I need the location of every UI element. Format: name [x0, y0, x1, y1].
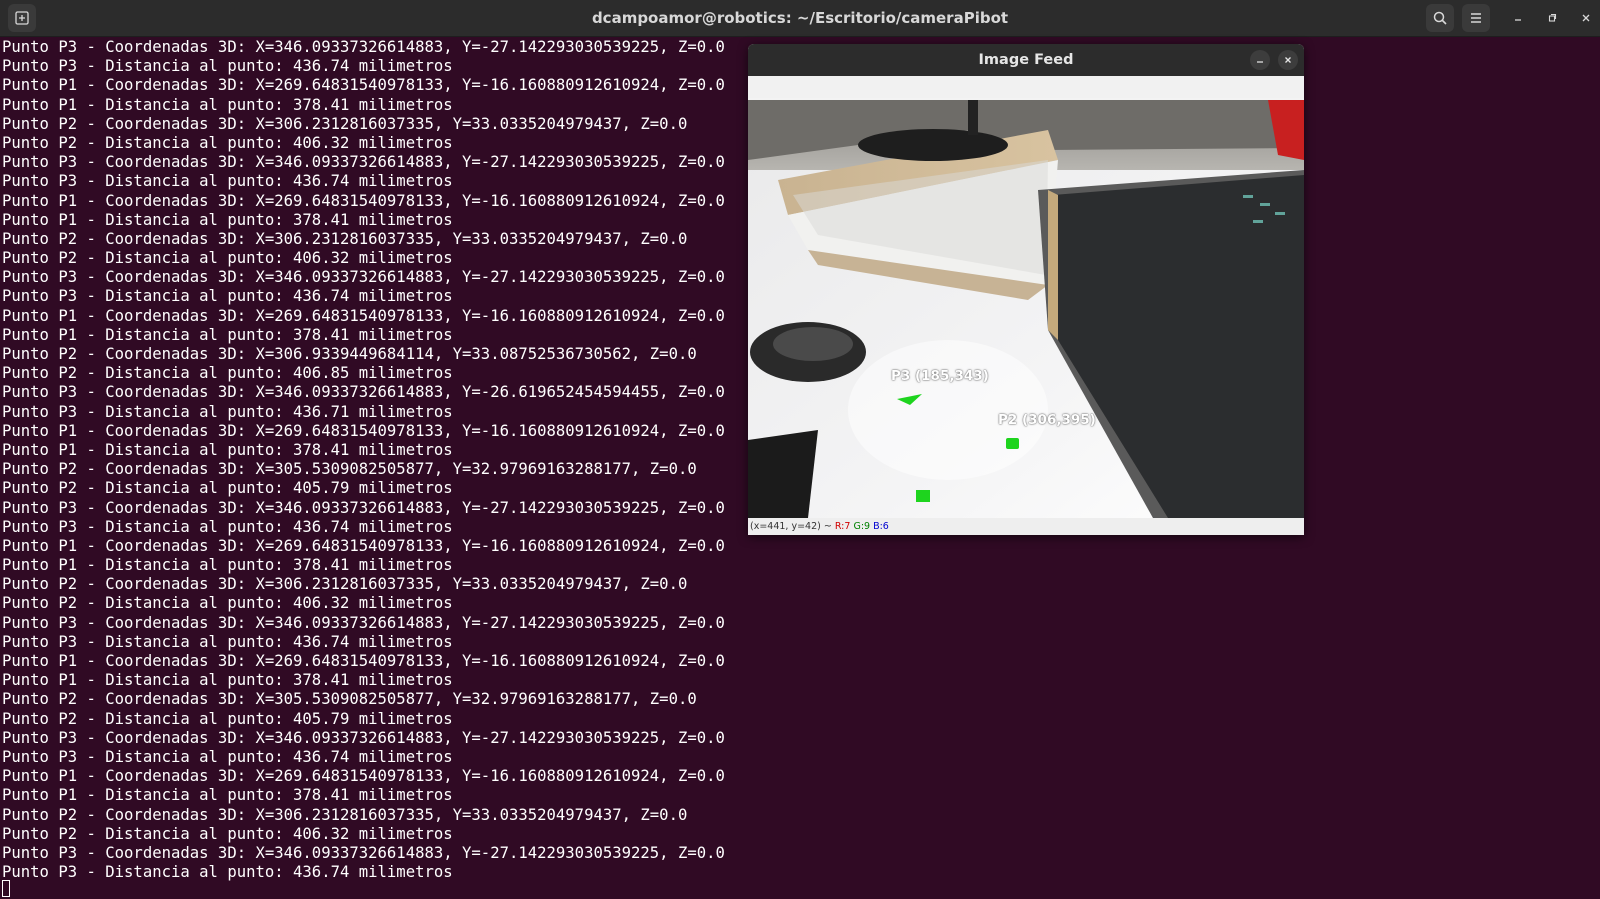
terminal-line: Punto P3 - Distancia al punto: 436.74 mi… — [2, 57, 453, 76]
terminal-line: Punto P3 - Coordenadas 3D: X=346.0933732… — [2, 38, 725, 56]
terminal-line: Punto P2 - Distancia al punto: 406.32 mi… — [2, 594, 453, 613]
terminal-line: Punto P1 - Distancia al punto: 378.41 mi… — [2, 556, 453, 575]
image-feed-toolbar — [748, 76, 1304, 98]
status-r: R:7 — [834, 521, 851, 532]
menu-icon — [1471, 13, 1481, 23]
terminal-line: Punto P3 - Coordenadas 3D: X=346.0933732… — [2, 843, 725, 862]
image-feed-title: Image Feed — [978, 52, 1074, 68]
menu-button[interactable] — [1462, 4, 1490, 32]
new-tab-button[interactable] — [8, 4, 36, 32]
terminal-line: Punto P1 - Distancia al punto: 378.41 mi… — [2, 95, 453, 114]
close-button[interactable] — [1572, 4, 1600, 32]
terminal-line: Punto P3 - Distancia al punto: 436.71 mi… — [2, 402, 453, 421]
p2-label: P2 (306,395) — [998, 412, 1096, 428]
terminal-line: Punto P3 - Coordenadas 3D: X=346.0933732… — [2, 613, 725, 632]
terminal-line: Punto P3 - Distancia al punto: 436.74 mi… — [2, 517, 453, 536]
terminal-output: Punto P3 - Coordenadas 3D: X=346.0933732… — [2, 38, 725, 882]
terminal-line: Punto P1 - Distancia al punto: 378.41 mi… — [2, 671, 453, 690]
terminal-line: Punto P1 - Coordenadas 3D: X=269.6483154… — [2, 536, 725, 555]
status-coords: (x=441, y=42) ~ — [750, 521, 832, 532]
point-markers — [897, 394, 1019, 502]
terminal-line: Punto P1 - Distancia al punto: 378.41 mi… — [2, 325, 453, 344]
image-feed-titlebar: Image Feed — [748, 44, 1304, 76]
terminal-line: Punto P2 - Coordenadas 3D: X=306.2312816… — [2, 114, 688, 133]
terminal-line: Punto P3 - Coordenadas 3D: X=346.0933732… — [2, 153, 725, 172]
terminal-line: Punto P2 - Distancia al punto: 405.79 mi… — [2, 479, 453, 498]
image-feed-close-button[interactable] — [1278, 50, 1298, 70]
status-g: G:9 — [853, 521, 871, 532]
camera-image[interactable]: P3 (185,343) P2 (306,395) — [748, 100, 1304, 518]
terminal-line: Punto P1 - Coordenadas 3D: X=269.6483154… — [2, 76, 725, 95]
close-icon — [1582, 14, 1590, 22]
terminal-line: Punto P2 - Coordenadas 3D: X=305.5309082… — [2, 460, 697, 479]
p2-marker — [1006, 438, 1019, 449]
terminal-line: Punto P3 - Distancia al punto: 436.74 mi… — [2, 287, 453, 306]
terminal-line: Punto P2 - Coordenadas 3D: X=306.9339449… — [2, 345, 697, 363]
p3-label: P3 (185,343) — [891, 368, 989, 384]
terminal-line: Punto P2 - Distancia al punto: 406.32 mi… — [2, 824, 453, 843]
terminal-line: Punto P2 - Coordenadas 3D: X=305.5309082… — [2, 690, 697, 709]
terminal-line: Punto P3 - Distancia al punto: 436.74 mi… — [2, 172, 453, 191]
terminal-line: Punto P2 - Coordenadas 3D: X=306.2312816… — [2, 805, 688, 824]
terminal-line: Punto P3 - Coordenadas 3D: X=346.0933732… — [2, 383, 725, 402]
terminal-titlebar: dcampoamor@robotics: ~/Escritorio/camera… — [0, 0, 1600, 37]
search-button[interactable] — [1426, 4, 1454, 32]
terminal-line: Punto P3 - Coordenadas 3D: X=346.0933732… — [2, 268, 725, 287]
status-b: B:6 — [873, 521, 889, 532]
terminal-line: Punto P3 - Coordenadas 3D: X=346.0933732… — [2, 498, 725, 517]
maximize-icon — [1548, 13, 1557, 22]
minimize-button[interactable] — [1504, 4, 1532, 32]
terminal-line: Punto P3 - Distancia al punto: 436.74 mi… — [2, 863, 453, 882]
terminal-line: Punto P2 - Distancia al punto: 406.32 mi… — [2, 133, 453, 152]
minimize-icon — [1515, 19, 1521, 21]
terminal-line: Punto P3 - Distancia al punto: 436.74 mi… — [2, 747, 453, 766]
terminal-line: Punto P1 - Coordenadas 3D: X=269.6483154… — [2, 652, 725, 670]
new-tab-icon — [15, 11, 29, 25]
image-feed-status-bar: (x=441, y=42) ~ R:7 G:9 B:6 — [748, 518, 1304, 535]
search-icon — [1433, 11, 1447, 25]
terminal-line: Punto P1 - Distancia al punto: 378.41 mi… — [2, 786, 453, 805]
maximize-button[interactable] — [1538, 4, 1566, 32]
terminal-line: Punto P3 - Coordenadas 3D: X=346.0933732… — [2, 728, 725, 747]
terminal-cursor — [2, 880, 10, 897]
image-feed-window[interactable]: Image Feed P3 (185,343) P2 (306,395) (x=… — [748, 44, 1304, 535]
terminal-line: Punto P2 - Coordenadas 3D: X=306.2312816… — [2, 575, 688, 594]
image-feed-minimize-button[interactable] — [1250, 50, 1270, 70]
p1-marker — [916, 490, 930, 502]
terminal-line: Punto P2 - Coordenadas 3D: X=306.2312816… — [2, 229, 688, 248]
terminal-line: Punto P3 - Distancia al punto: 436.74 mi… — [2, 632, 453, 651]
terminal-line: Punto P2 - Distancia al punto: 406.32 mi… — [2, 249, 453, 268]
terminal-line: Punto P1 - Distancia al punto: 378.41 mi… — [2, 210, 453, 229]
window-title: dcampoamor@robotics: ~/Escritorio/camera… — [591, 9, 1009, 27]
terminal-line: Punto P2 - Distancia al punto: 406.85 mi… — [2, 364, 453, 383]
close-icon — [1285, 57, 1291, 63]
terminal-line: Punto P1 - Coordenadas 3D: X=269.6483154… — [2, 306, 725, 325]
terminal-line: Punto P1 - Coordenadas 3D: X=269.6483154… — [2, 191, 725, 210]
terminal-line: Punto P1 - Distancia al punto: 378.41 mi… — [2, 440, 453, 459]
terminal-line: Punto P1 - Coordenadas 3D: X=269.6483154… — [2, 767, 725, 786]
minimize-icon — [1257, 61, 1263, 63]
terminal-line: Punto P1 - Coordenadas 3D: X=269.6483154… — [2, 421, 725, 440]
p3-marker — [897, 394, 922, 405]
terminal-line: Punto P2 - Distancia al punto: 405.79 mi… — [2, 709, 453, 728]
